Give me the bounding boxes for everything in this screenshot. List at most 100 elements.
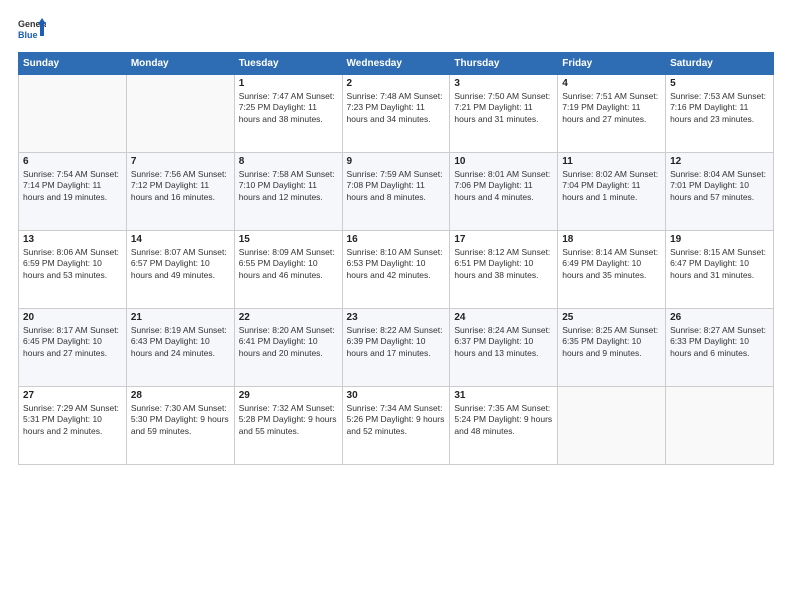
day-of-week-thursday: Thursday [450,53,558,75]
day-cell: 13Sunrise: 8:06 AM Sunset: 6:59 PM Dayli… [19,231,127,309]
day-of-week-saturday: Saturday [666,53,774,75]
day-info: Sunrise: 7:53 AM Sunset: 7:16 PM Dayligh… [670,91,769,125]
day-number: 21 [131,312,230,323]
day-info: Sunrise: 7:54 AM Sunset: 7:14 PM Dayligh… [23,169,122,203]
day-info: Sunrise: 8:20 AM Sunset: 6:41 PM Dayligh… [239,325,338,359]
day-info: Sunrise: 8:04 AM Sunset: 7:01 PM Dayligh… [670,169,769,203]
page-header: General Blue [18,16,774,44]
day-info: Sunrise: 7:29 AM Sunset: 5:31 PM Dayligh… [23,403,122,437]
day-info: Sunrise: 8:24 AM Sunset: 6:37 PM Dayligh… [454,325,553,359]
day-of-week-monday: Monday [126,53,234,75]
day-number: 8 [239,156,338,167]
day-of-week-wednesday: Wednesday [342,53,450,75]
day-cell: 20 Sunrise: 8:17 AM Sunset: 6:45 PM Dayli… [19,309,127,387]
day-cell: 8Sunrise: 7:58 AM Sunset: 7:10 PM Daylig… [234,153,342,231]
day-number: 16 [347,234,446,245]
day-of-week-sunday: Sunday [19,53,127,75]
week-row-2: 13Sunrise: 8:06 AM Sunset: 6:59 PM Dayli… [19,231,774,309]
day-info: Sunrise: 8:02 AM Sunset: 7:04 PM Dayligh… [562,169,661,203]
day-of-week-friday: Friday [558,53,666,75]
day-cell: 11Sunrise: 8:02 AM Sunset: 7:04 PM Dayli… [558,153,666,231]
day-info: Sunrise: 8:22 AM Sunset: 6:39 PM Dayligh… [347,325,446,359]
day-of-week-tuesday: Tuesday [234,53,342,75]
day-number: 7 [131,156,230,167]
day-cell: 31 Sunrise: 7:35 AM Sunset: 5:24 PM Dayli… [450,387,558,465]
day-number: 4 [562,78,661,89]
day-info: Sunrise: 8:07 AM Sunset: 6:57 PM Dayligh… [131,247,230,281]
day-info: Sunrise: 8:17 AM Sunset: 6:45 PM Dayligh… [23,325,122,359]
day-number: 10 [454,156,553,167]
day-number: 19 [670,234,769,245]
day-cell: 30 Sunrise: 7:34 AM Sunset: 5:26 PM Dayli… [342,387,450,465]
day-number: 30 [347,390,446,401]
day-number: 23 [347,312,446,323]
day-number: 20 [23,312,122,323]
day-number: 18 [562,234,661,245]
day-number: 28 [131,390,230,401]
day-info: Sunrise: 7:35 AM Sunset: 5:24 PM Dayligh… [454,403,553,437]
day-cell: 27 Sunrise: 7:29 AM Sunset: 5:31 PM Dayli… [19,387,127,465]
day-info: Sunrise: 8:12 AM Sunset: 6:51 PM Dayligh… [454,247,553,281]
logo: General Blue [18,16,50,44]
calendar: SundayMondayTuesdayWednesdayThursdayFrid… [18,52,774,465]
day-info: Sunrise: 7:48 AM Sunset: 7:23 PM Dayligh… [347,91,446,125]
day-number: 1 [239,78,338,89]
day-number: 5 [670,78,769,89]
calendar-body: 1 Sunrise: 7:47 AM Sunset: 7:25 PM Daylig… [19,75,774,465]
day-cell [19,75,127,153]
day-number: 13 [23,234,122,245]
day-number: 6 [23,156,122,167]
week-row-0: 1 Sunrise: 7:47 AM Sunset: 7:25 PM Daylig… [19,75,774,153]
day-info: Sunrise: 7:34 AM Sunset: 5:26 PM Dayligh… [347,403,446,437]
day-number: 25 [562,312,661,323]
day-cell: 14 Sunrise: 8:07 AM Sunset: 6:57 PM Dayli… [126,231,234,309]
day-cell: 12Sunrise: 8:04 AM Sunset: 7:01 PM Dayli… [666,153,774,231]
day-cell [558,387,666,465]
day-number: 31 [454,390,553,401]
day-info: Sunrise: 7:47 AM Sunset: 7:25 PM Dayligh… [239,91,338,125]
day-info: Sunrise: 7:56 AM Sunset: 7:12 PM Dayligh… [131,169,230,203]
days-of-week-row: SundayMondayTuesdayWednesdayThursdayFrid… [19,53,774,75]
day-number: 22 [239,312,338,323]
day-info: Sunrise: 7:51 AM Sunset: 7:19 PM Dayligh… [562,91,661,125]
day-cell: 25 Sunrise: 8:25 AM Sunset: 6:35 PM Dayli… [558,309,666,387]
day-cell: 21 Sunrise: 8:19 AM Sunset: 6:43 PM Dayli… [126,309,234,387]
day-info: Sunrise: 8:25 AM Sunset: 6:35 PM Dayligh… [562,325,661,359]
day-number: 27 [23,390,122,401]
day-cell: 17 Sunrise: 8:12 AM Sunset: 6:51 PM Dayli… [450,231,558,309]
week-row-1: 6 Sunrise: 7:54 AM Sunset: 7:14 PM Daylig… [19,153,774,231]
day-cell [666,387,774,465]
day-info: Sunrise: 8:15 AM Sunset: 6:47 PM Dayligh… [670,247,769,281]
day-cell: 23 Sunrise: 8:22 AM Sunset: 6:39 PM Dayli… [342,309,450,387]
day-cell: 7 Sunrise: 7:56 AM Sunset: 7:12 PM Daylig… [126,153,234,231]
day-number: 15 [239,234,338,245]
week-row-3: 20 Sunrise: 8:17 AM Sunset: 6:45 PM Dayli… [19,309,774,387]
day-number: 29 [239,390,338,401]
day-cell: 15 Sunrise: 8:09 AM Sunset: 6:55 PM Dayli… [234,231,342,309]
day-number: 26 [670,312,769,323]
day-info: Sunrise: 7:30 AM Sunset: 5:30 PM Dayligh… [131,403,230,437]
day-cell: 10Sunrise: 8:01 AM Sunset: 7:06 PM Dayli… [450,153,558,231]
day-number: 17 [454,234,553,245]
week-row-4: 27 Sunrise: 7:29 AM Sunset: 5:31 PM Dayli… [19,387,774,465]
day-info: Sunrise: 8:10 AM Sunset: 6:53 PM Dayligh… [347,247,446,281]
day-number: 9 [347,156,446,167]
day-cell: 1 Sunrise: 7:47 AM Sunset: 7:25 PM Daylig… [234,75,342,153]
day-number: 14 [131,234,230,245]
day-cell: 9 Sunrise: 7:59 AM Sunset: 7:08 PM Daylig… [342,153,450,231]
day-cell: 26 Sunrise: 8:27 AM Sunset: 6:33 PM Dayli… [666,309,774,387]
day-cell: 22 Sunrise: 8:20 AM Sunset: 6:41 PM Dayli… [234,309,342,387]
day-cell: 24Sunrise: 8:24 AM Sunset: 6:37 PM Dayli… [450,309,558,387]
day-number: 2 [347,78,446,89]
day-info: Sunrise: 8:27 AM Sunset: 6:33 PM Dayligh… [670,325,769,359]
day-cell: 2 Sunrise: 7:48 AM Sunset: 7:23 PM Daylig… [342,75,450,153]
day-info: Sunrise: 8:19 AM Sunset: 6:43 PM Dayligh… [131,325,230,359]
day-cell: 5 Sunrise: 7:53 AM Sunset: 7:16 PM Daylig… [666,75,774,153]
day-info: Sunrise: 7:59 AM Sunset: 7:08 PM Dayligh… [347,169,446,203]
calendar-header: SundayMondayTuesdayWednesdayThursdayFrid… [19,53,774,75]
day-info: Sunrise: 8:09 AM Sunset: 6:55 PM Dayligh… [239,247,338,281]
day-cell: 3Sunrise: 7:50 AM Sunset: 7:21 PM Daylig… [450,75,558,153]
day-cell: 6 Sunrise: 7:54 AM Sunset: 7:14 PM Daylig… [19,153,127,231]
day-info: Sunrise: 7:32 AM Sunset: 5:28 PM Dayligh… [239,403,338,437]
day-cell [126,75,234,153]
